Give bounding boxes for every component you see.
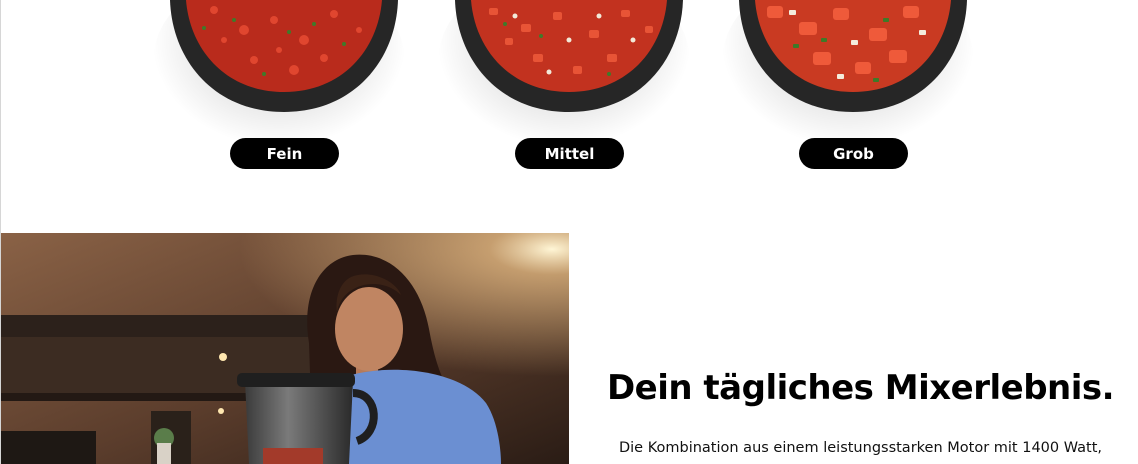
salsa-medium-image [455, 0, 683, 112]
feature-body-text: Die Kombination aus einem leistungsstark… [618, 440, 1103, 456]
texture-button-grob[interactable]: Grob [799, 138, 908, 169]
texture-button-fein[interactable]: Fein [230, 138, 339, 169]
bowl-fine: Fein [154, 0, 404, 180]
bowl-coarse: Grob [723, 0, 973, 180]
salsa-coarse-image [739, 0, 967, 112]
salsa-fine-image [170, 0, 398, 112]
lifestyle-photo [1, 233, 569, 464]
texture-options-section: Fein Mittel Grob [0, 0, 1138, 200]
feature-heading: Dein tägliches Mixerlebnis. [606, 368, 1115, 408]
texture-button-mittel[interactable]: Mittel [515, 138, 624, 169]
bowl-medium: Mittel [439, 0, 689, 180]
